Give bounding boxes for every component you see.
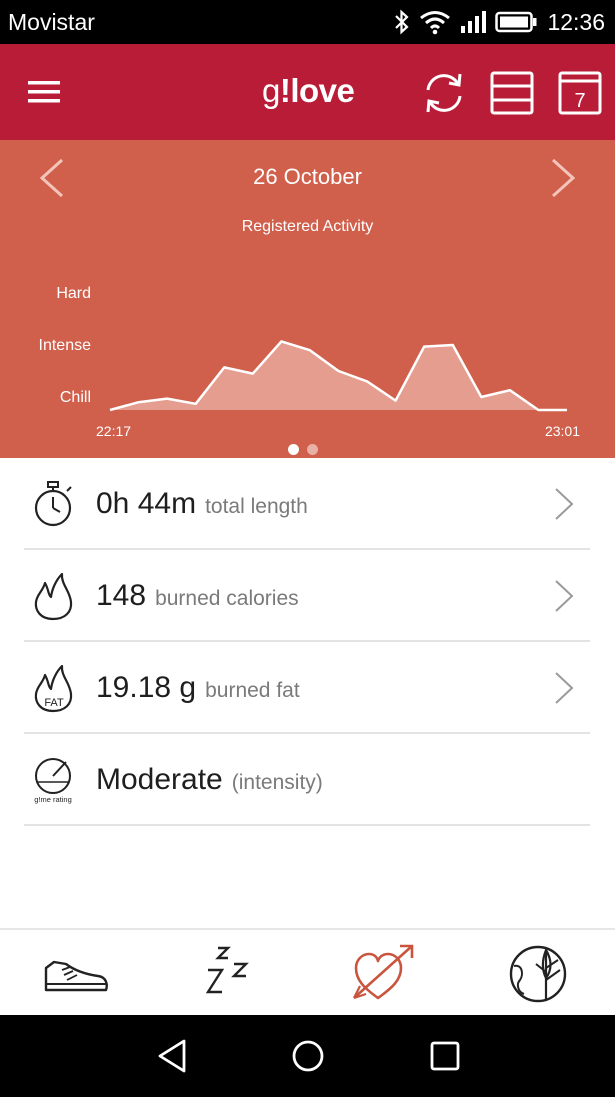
gauge-icon: g!me rating	[34, 758, 72, 804]
stats-list: 0h 44m total length 148 burned calories …	[24, 458, 590, 826]
carrier-name: Movistar	[8, 9, 95, 35]
logo-word: love	[290, 72, 355, 109]
list-view-icon[interactable]	[488, 70, 536, 116]
stat-label: (intensity)	[231, 771, 323, 794]
stopwatch-icon	[34, 481, 72, 527]
back-icon[interactable]	[152, 1035, 194, 1077]
chevron-right-icon[interactable]	[552, 578, 576, 614]
sneaker-icon[interactable]	[40, 940, 114, 1006]
flame-icon	[34, 572, 73, 621]
app-header: g!love 7	[0, 44, 615, 140]
stat-intensity: g!me rating Moderate (intensity)	[24, 734, 590, 826]
status-icons: 12:36	[393, 7, 605, 37]
y-tick-label: Intense	[39, 337, 92, 354]
x-end-label: 23:01	[545, 423, 580, 439]
stat-label: total length	[205, 495, 308, 518]
chart-subtitle: Registered Activity	[241, 218, 374, 235]
status-time: 12:36	[547, 8, 605, 35]
fat-flame-icon: FAT	[34, 664, 73, 713]
gauge-icon-text: g!me rating	[34, 795, 72, 804]
stat-value: 19.18 g	[96, 671, 197, 704]
sync-icon[interactable]	[420, 70, 468, 116]
activity-chart: Chill Intense Hard 22:17 23:01	[39, 285, 581, 439]
fat-icon-text: FAT	[44, 697, 64, 709]
stat-value: 0h 44m	[96, 487, 197, 520]
date-title: 26 October	[253, 164, 362, 189]
stat-value: Moderate	[96, 763, 223, 796]
heart-arrow-icon[interactable]	[346, 940, 420, 1006]
page-dot-1[interactable]	[288, 444, 299, 455]
calendar-day: 7	[574, 90, 585, 112]
y-tick-label: Chill	[60, 389, 91, 406]
chevron-right-icon[interactable]	[552, 486, 576, 522]
next-day-arrow[interactable]	[543, 154, 583, 202]
wifi-icon	[420, 11, 451, 35]
status-bar: Movistar 12:36	[0, 0, 615, 44]
stat-label: burned calories	[155, 587, 299, 610]
stat-total-length[interactable]: 0h 44m total length	[24, 458, 590, 550]
page-dot-2[interactable]	[307, 444, 318, 455]
system-nav-bar	[0, 1015, 615, 1097]
menu-icon[interactable]	[24, 72, 64, 112]
logo-prefix: g	[262, 72, 280, 109]
signal-icon	[461, 11, 487, 33]
stat-burned-calories[interactable]: 148 burned calories	[24, 550, 590, 642]
logo-exclamation: !	[279, 72, 291, 109]
x-start-label: 22:17	[96, 423, 131, 439]
activity-panel: 26 October Registered Activity Chill Inte…	[0, 140, 615, 458]
calendar-icon[interactable]: 7	[556, 70, 604, 116]
y-tick-label: Hard	[56, 285, 91, 302]
chevron-right-icon[interactable]	[552, 670, 576, 706]
battery-icon	[495, 11, 537, 33]
globe-leaf-icon[interactable]	[502, 940, 576, 1006]
stat-label: burned fat	[205, 679, 300, 702]
stat-burned-fat[interactable]: FAT 19.18 g burned fat	[24, 642, 590, 734]
stat-value: 148	[96, 579, 147, 612]
page-indicator	[288, 444, 318, 455]
bottom-tab-bar	[0, 928, 615, 1015]
sleep-icon[interactable]	[194, 940, 268, 1006]
bluetooth-icon	[395, 9, 410, 35]
home-icon[interactable]	[287, 1035, 329, 1077]
app-logo: g!love	[262, 72, 355, 110]
recents-icon[interactable]	[424, 1035, 466, 1077]
